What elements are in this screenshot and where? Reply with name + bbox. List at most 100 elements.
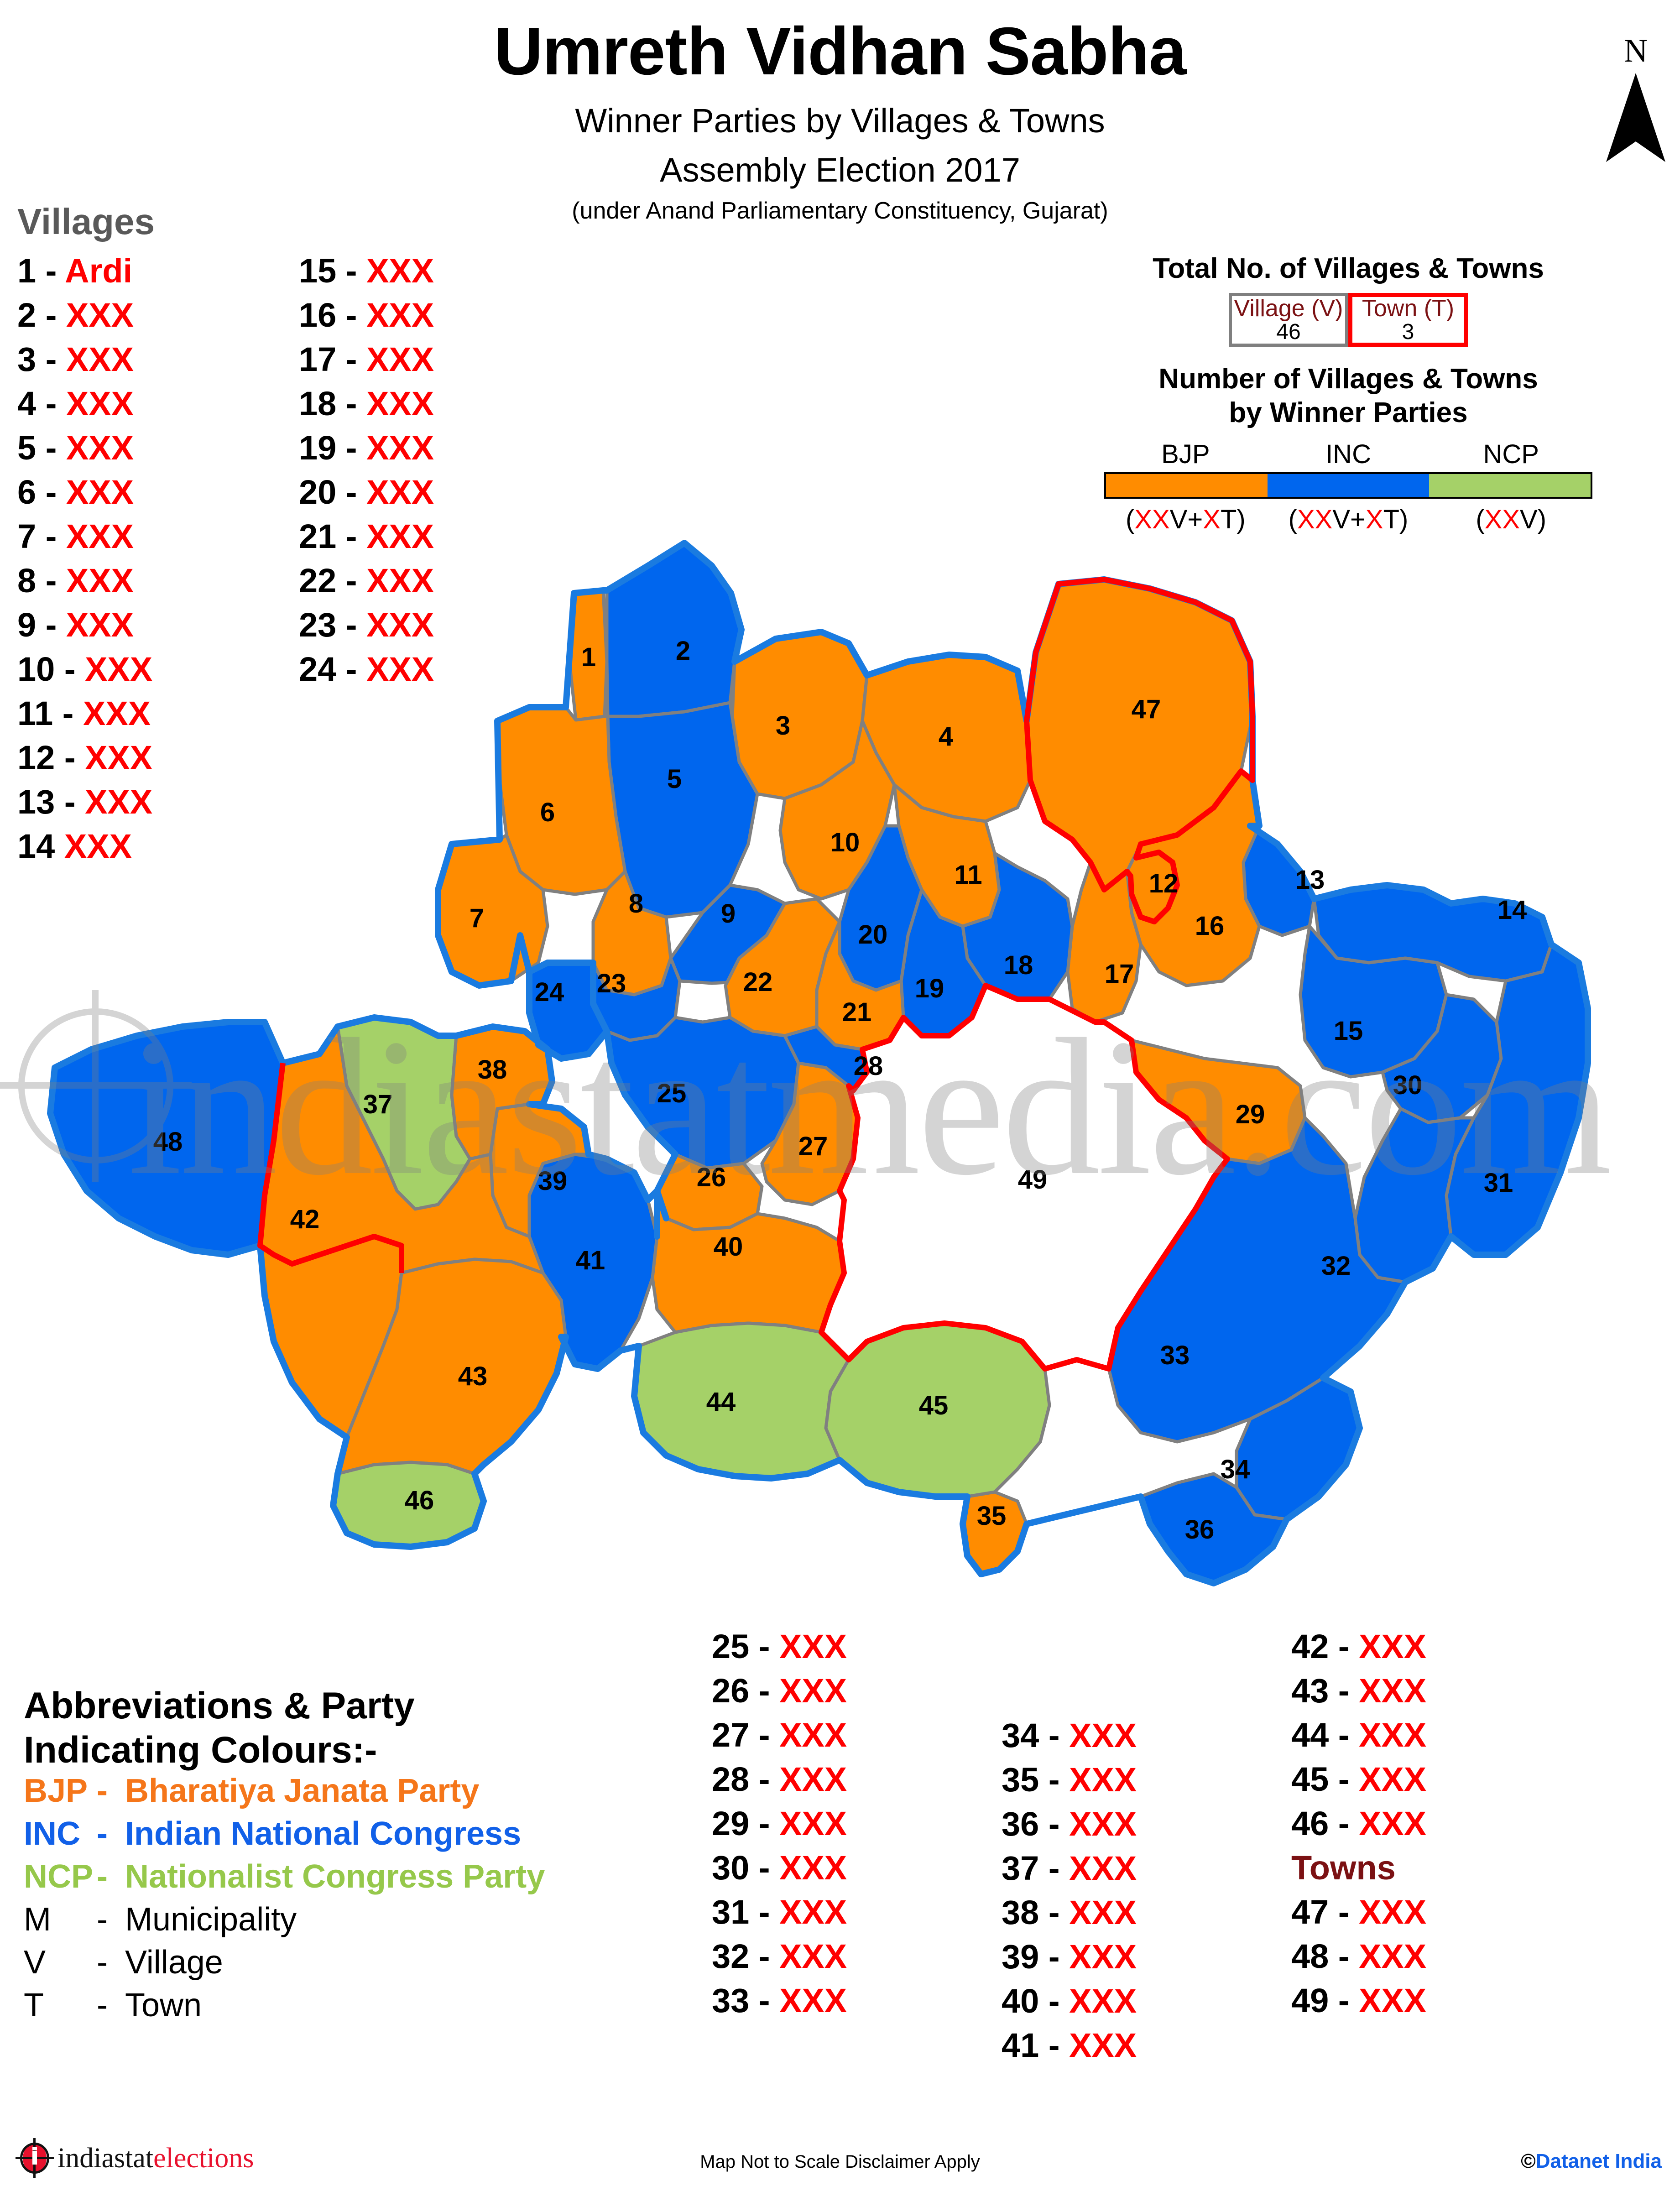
village-number: 3 <box>17 340 37 378</box>
map-region-label-38: 38 <box>478 1055 507 1085</box>
by-party-title-line2: by Winner Parties <box>1229 397 1468 428</box>
village-row-5: 5 - XXX <box>17 426 152 470</box>
village-number: 49 <box>1291 1982 1329 2019</box>
map-region-label-31: 31 <box>1484 1168 1513 1198</box>
map-region-label-37: 37 <box>363 1090 393 1119</box>
village-name: Ardi <box>65 252 133 290</box>
north-label: N <box>1624 32 1648 69</box>
village-name: XXX <box>1069 1982 1137 2020</box>
village-number: 32 <box>712 1937 750 1975</box>
village-number: 44 <box>1291 1716 1329 1754</box>
village-number: 33 <box>712 1982 750 2019</box>
village-name: XXX <box>1359 1982 1427 2019</box>
map-region-label-8: 8 <box>629 889 643 918</box>
village-dash: - <box>749 1849 780 1887</box>
map-region-label-45: 45 <box>919 1391 949 1420</box>
abbrev-dash: - <box>97 1773 108 1809</box>
village-dash: - <box>336 296 367 334</box>
constituency-map[interactable]: 1 2 3 4 5 6 7 8 9 10 11 12 13 14 15 16 17 18 19 20 21 22 23 24 2… <box>0 525 1680 1620</box>
map-region-33[interactable] <box>1107 1116 1407 1444</box>
abbrev-key: M <box>24 1901 51 1938</box>
village-dash: - <box>1039 1982 1070 2020</box>
subtitle-constituency: (under Anand Parliamentary Constituency,… <box>572 198 1108 224</box>
village-row-1: 1 - Ardi <box>17 249 152 293</box>
copyright-owner: Datanet India <box>1535 2150 1662 2172</box>
north-arrow-icon <box>1606 73 1665 162</box>
village-number: 40 <box>1002 1982 1039 2020</box>
map-region-label-25: 25 <box>657 1079 687 1108</box>
village-name: XXX <box>66 473 134 511</box>
map-region-label-7: 7 <box>470 903 484 933</box>
village-row-36: 36 - XXX <box>1002 1802 1137 1846</box>
map-region-label-10: 10 <box>830 828 860 857</box>
village-row-37: 37 - XXX <box>1002 1846 1137 1890</box>
map-region-25[interactable] <box>605 1016 800 1170</box>
village-row-40: 40 - XXX <box>1002 1979 1137 2023</box>
abbrev-value: Indian National Congress <box>125 1815 522 1852</box>
village-row-33: 33 - XXX <box>712 1978 847 2023</box>
village-row-39: 39 - XXX <box>1002 1935 1137 1979</box>
map-region-2[interactable] <box>605 541 743 718</box>
map-region-label-29: 29 <box>1236 1100 1265 1129</box>
village-name: XXX <box>1069 1805 1137 1843</box>
village-number: 1 <box>17 252 37 290</box>
village-row-27: 27 - XXX <box>712 1713 847 1757</box>
village-dash: - <box>1039 1938 1070 1976</box>
village-dash: - <box>36 385 66 423</box>
map-region-label-43: 43 <box>458 1362 488 1391</box>
village-dash: - <box>1039 1894 1070 1931</box>
party-legend-swatch-ncp <box>1429 474 1591 497</box>
village-row-38: 38 - XXX <box>1002 1890 1137 1935</box>
map-region-label-20: 20 <box>858 920 888 949</box>
party-legend-swatch-bjp <box>1106 474 1268 497</box>
village-name: XXX <box>1359 1716 1427 1754</box>
village-total-box: Village (V) 46 <box>1229 293 1348 347</box>
map-region-label-24: 24 <box>535 977 564 1007</box>
party-legend-name-bjp: BJP <box>1161 439 1210 469</box>
map-region-label-14: 14 <box>1497 895 1527 925</box>
map-region-label-12: 12 <box>1149 869 1179 898</box>
village-dash: - <box>749 1893 780 1931</box>
village-dash: - <box>36 252 65 290</box>
village-dash: - <box>1329 1805 1359 1842</box>
village-number: 46 <box>1291 1805 1329 1842</box>
village-number: 48 <box>1291 1937 1329 1975</box>
party-legend-swatch-inc <box>1268 474 1429 497</box>
map-svg[interactable]: 1 23 4567 8 91011 12 1314151617181920212223242… <box>0 525 1680 1620</box>
village-number: 6 <box>17 473 37 511</box>
village-number: 47 <box>1291 1893 1329 1931</box>
village-number: 42 <box>1291 1628 1329 1665</box>
village-number: 29 <box>712 1805 750 1842</box>
village-number: 2 <box>17 296 37 334</box>
map-region-label-21: 21 <box>842 997 872 1027</box>
map-region-label-40: 40 <box>714 1232 743 1262</box>
village-row-4: 4 - XXX <box>17 381 152 426</box>
village-dash: - <box>1329 1893 1359 1931</box>
village-name: XXX <box>779 1805 847 1842</box>
abbrev-dash: - <box>97 1987 108 2024</box>
party-legend-name-inc: INC <box>1325 439 1371 469</box>
village-name: XXX <box>1359 1893 1427 1931</box>
village-row-15: 15 - XXX <box>299 249 434 293</box>
map-region-label-48: 48 <box>153 1127 183 1157</box>
village-dash: - <box>749 1937 780 1975</box>
village-name: XXX <box>1069 1894 1137 1931</box>
map-region-label-36: 36 <box>1185 1515 1215 1544</box>
village-number: 26 <box>712 1672 750 1710</box>
subtitle-election-year: Assembly Election 2017 <box>660 151 1020 189</box>
villages-column-4: 34 - XXX 35 - XXX 36 - XXX 37 - XXX 38 - XXX… <box>1002 1713 1137 2067</box>
map-region-label-49: 49 <box>1018 1165 1048 1195</box>
village-name: XXX <box>779 1982 847 2019</box>
abbrev-key: INC <box>24 1815 80 1852</box>
map-region-label-39: 39 <box>538 1166 568 1196</box>
map-region-label-26: 26 <box>697 1163 726 1192</box>
village-number: 38 <box>1002 1894 1039 1931</box>
village-row-45: 45 - XXX <box>1291 1757 1426 1801</box>
map-region-label-46: 46 <box>405 1486 434 1515</box>
village-name: XXX <box>779 1760 847 1798</box>
village-dash: - <box>1039 1849 1070 1887</box>
village-row-43: 43 - XXX <box>1291 1669 1426 1713</box>
village-number: 28 <box>712 1760 750 1798</box>
village-dash: - <box>1039 1716 1070 1754</box>
village-row-18: 18 - XXX <box>299 381 434 426</box>
